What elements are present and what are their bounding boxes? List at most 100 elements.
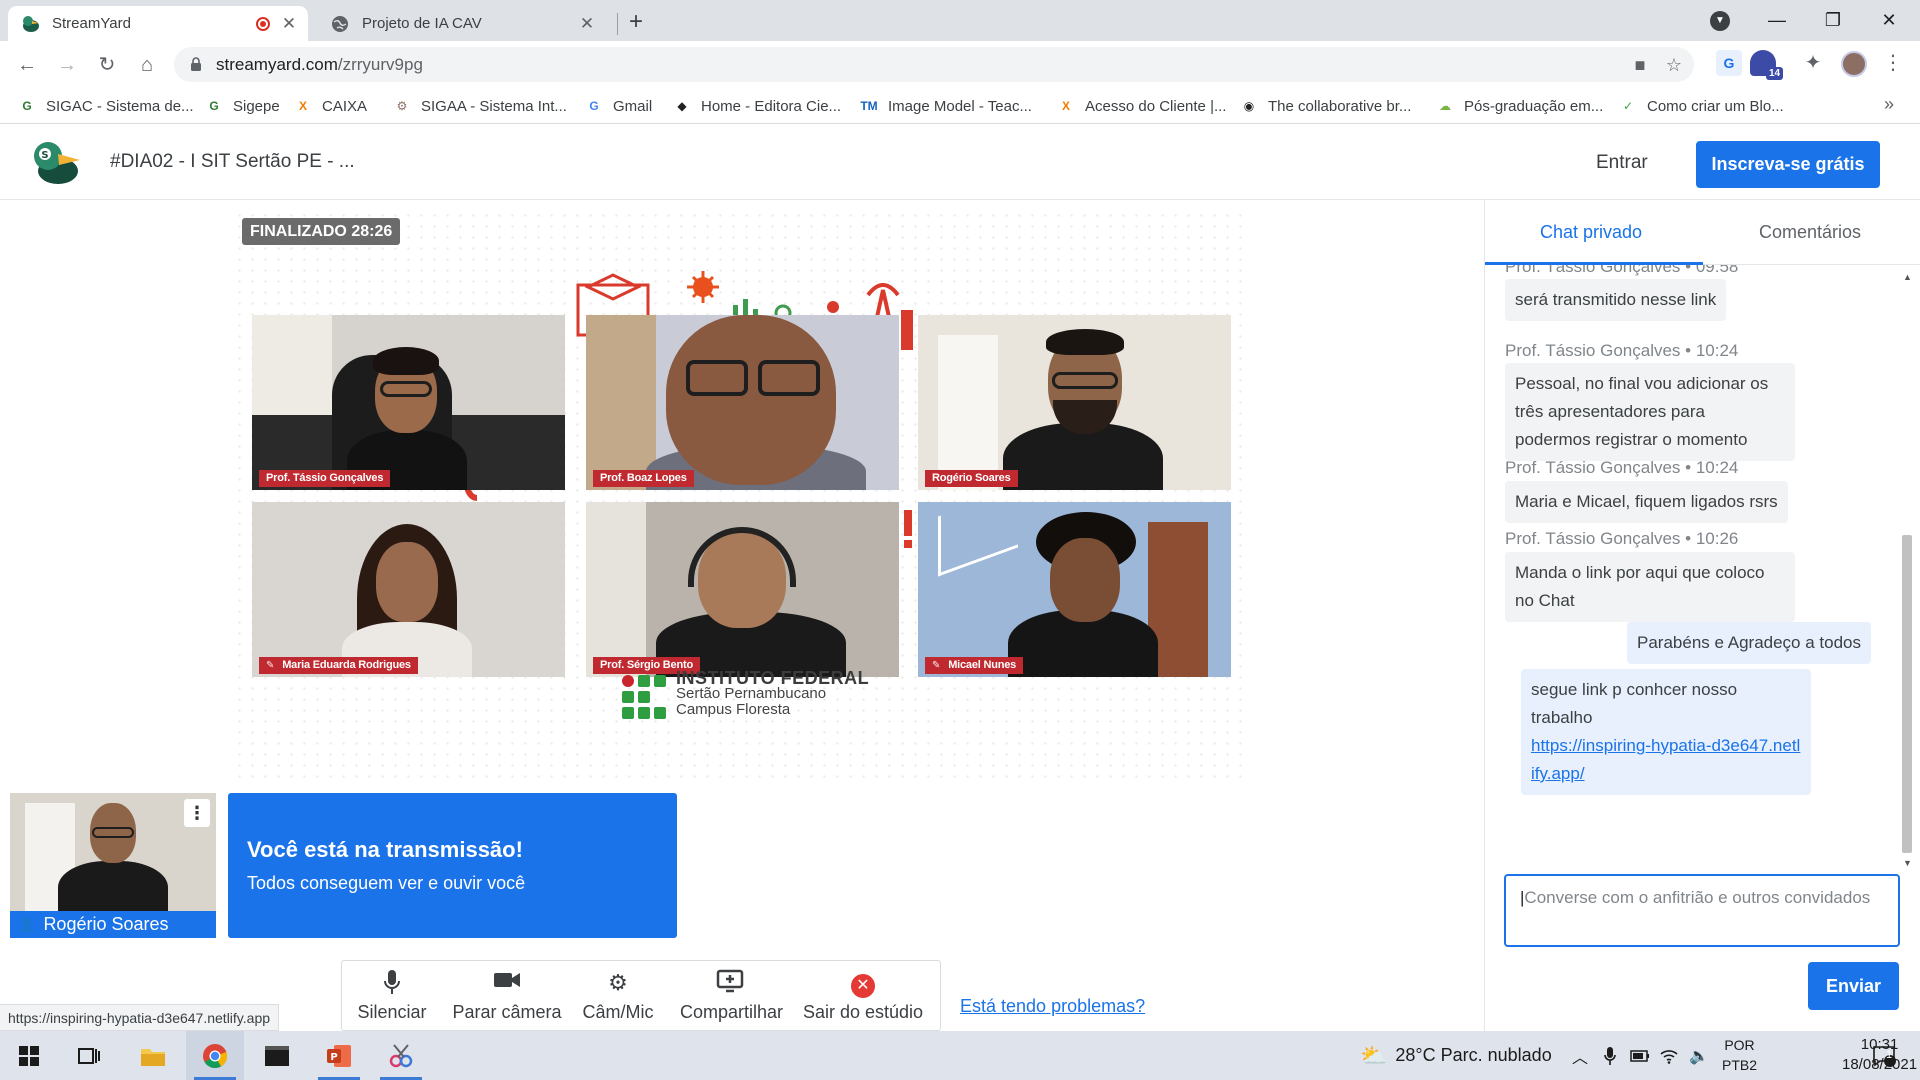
bookmark-label: Pós-graduação em... — [1464, 97, 1604, 115]
bookmark-label: Sigepe — [233, 97, 280, 115]
bookmark-item[interactable]: G Sigepe — [205, 95, 280, 117]
participant-tile[interactable]: ✎ Micael Nunes — [918, 502, 1231, 677]
participant-tile[interactable]: Rogério Soares — [918, 315, 1231, 490]
microphone-tray-icon[interactable] — [1604, 1031, 1616, 1080]
show-hidden-icons[interactable]: ︿ — [1572, 1031, 1588, 1080]
muted-mic-icon: ✎ — [266, 660, 275, 671]
message-meta: Prof. Tássio Gonçalves • 09:58 — [1505, 265, 1738, 277]
glasses — [92, 827, 134, 838]
more-options-icon[interactable]: ⋮ — [184, 799, 210, 827]
institution-line-3: Campus Floresta — [676, 701, 791, 718]
restore-button[interactable]: ❐ — [1805, 0, 1861, 41]
bookmark-star-icon[interactable]: ☆ — [1662, 53, 1686, 77]
back-icon[interactable]: ← — [12, 50, 42, 80]
institution-name: INSTITUTO FEDERAL Sertão Pernambucano Ca… — [676, 669, 869, 718]
chat-message: Manda o link por aqui que coloco no Chat — [1505, 552, 1795, 622]
notifications-icon[interactable]: 1 — [1872, 1031, 1896, 1080]
scroll-up-icon[interactable]: ▲ — [1903, 272, 1912, 282]
participant-name: Prof. Boaz Lopes — [600, 472, 687, 484]
glasses — [686, 360, 748, 396]
bookmark-item[interactable]: ◉ The collaborative br... — [1240, 95, 1412, 117]
battery-icon[interactable] — [1630, 1031, 1650, 1080]
send-button[interactable]: Enviar — [1808, 962, 1899, 1010]
profile-avatar[interactable] — [1841, 51, 1867, 77]
snipping-tool-icon[interactable] — [372, 1031, 430, 1080]
forward-icon[interactable]: → — [52, 50, 82, 80]
language-indicator[interactable]: POR PTB2 — [1722, 1035, 1757, 1075]
leave-studio-button[interactable]: ✕ Sair do estúdio — [800, 969, 926, 1027]
help-link[interactable]: Está tendo problemas? — [960, 996, 1145, 1017]
bookmark-label: Image Model - Teac... — [888, 97, 1032, 115]
close-window-button[interactable]: ✕ — [1861, 0, 1917, 41]
stop-camera-button[interactable]: Parar câmera — [450, 969, 564, 1027]
bookmark-label: Gmail — [613, 97, 653, 115]
puzzle-extensions-icon[interactable]: ✦ — [1800, 50, 1826, 76]
close-tab-icon[interactable]: ✕ — [578, 15, 596, 33]
chat-message: será transmitido nesse link — [1505, 279, 1727, 321]
windows-start-icon[interactable] — [0, 1031, 58, 1080]
bookmark-item[interactable]: G SIGAC - Sistema de... — [18, 95, 193, 117]
institution-line-2: Sertão Pernambucano — [676, 685, 827, 702]
browser-tab-strip: StreamYard ✕ Projeto de IA CAV ✕ + ▼ — ❐… — [0, 0, 1920, 41]
bookmark-item[interactable]: TM Image Model - Teac... — [860, 95, 1032, 117]
glasses — [380, 381, 432, 397]
tab-comments[interactable]: Comentários — [1759, 222, 1861, 243]
headphones — [688, 527, 796, 587]
minimize-button[interactable]: — — [1749, 0, 1805, 41]
bookmark-item[interactable]: ✓ Como criar um Blo... — [1619, 95, 1784, 117]
tab-private-chat[interactable]: Chat privado — [1540, 222, 1642, 243]
bookmark-item[interactable]: G Gmail — [585, 95, 652, 117]
more-bookmarks-icon[interactable]: » — [1884, 94, 1894, 115]
bookshelf — [252, 315, 332, 425]
chrome-icon[interactable] — [186, 1031, 244, 1080]
bookmark-item[interactable]: X Acesso do Cliente |... — [1057, 95, 1226, 117]
participant-tile[interactable]: Prof. Tássio Gonçalves — [252, 315, 565, 490]
bookmark-label: The collaborative br... — [1268, 97, 1412, 115]
bookmark-item[interactable]: ◆ Home - Editora Cie... — [673, 95, 841, 117]
chat-scroll-thumb[interactable] — [1902, 535, 1912, 853]
bookmark-item[interactable]: ⚙ SIGAA - Sistema Int... — [393, 95, 567, 117]
participant-tile[interactable]: Prof. Sérgio Bento — [586, 502, 899, 677]
streamyard-logo-icon[interactable]: S — [28, 138, 82, 186]
wifi-icon[interactable] — [1660, 1031, 1678, 1080]
cloud-icon: ☁ — [1439, 99, 1451, 113]
camera-indicator-icon[interactable]: ■ — [1628, 53, 1652, 77]
chrome-menu-icon[interactable]: ⋮ — [1880, 50, 1906, 76]
scroll-down-icon[interactable]: ▼ — [1903, 858, 1912, 868]
reload-icon[interactable]: ↻ — [92, 50, 122, 80]
file-explorer-icon[interactable] — [124, 1031, 182, 1080]
task-view-icon[interactable] — [60, 1031, 118, 1080]
home-icon[interactable]: ⌂ — [132, 50, 162, 80]
shared-link[interactable]: https://inspiring-hypatia-d3e647.netlify… — [1531, 736, 1800, 783]
signup-button[interactable]: Inscreva-se grátis — [1696, 141, 1880, 188]
mute-button[interactable]: Silenciar — [356, 969, 428, 1027]
self-preview[interactable]: ⋮ 👤 Rogério Soares — [10, 793, 216, 938]
terminal-icon[interactable] — [248, 1031, 306, 1080]
tab-search-icon[interactable]: ▼ — [1710, 11, 1730, 31]
tab-projeto[interactable]: Projeto de IA CAV ✕ — [318, 6, 606, 41]
camera-mic-settings-button[interactable]: ⚙ Câm/Mic — [578, 969, 658, 1027]
person-icon: 👤 — [18, 916, 36, 932]
login-link[interactable]: Entrar — [1596, 152, 1648, 174]
volume-icon[interactable]: 🔈 — [1689, 1031, 1709, 1080]
browser-toolbar: ← → ↻ ⌂ streamyard.com/zrryurv9pg ■ ☆ G … — [0, 41, 1920, 88]
weather-widget[interactable]: ⛅ 28°C Parc. nublado — [1360, 1031, 1552, 1080]
chat-input[interactable]: |Converse com o anfitrião e outros convi… — [1504, 874, 1900, 947]
translate-extension-icon[interactable]: G — [1716, 50, 1742, 76]
own-chat-message: segue link p conhcer nosso trabalho http… — [1521, 669, 1811, 795]
powerpoint-icon[interactable]: P — [310, 1031, 368, 1080]
bookmark-item[interactable]: ☁ Pós-graduação em... — [1436, 95, 1603, 117]
bookmark-item[interactable]: X CAIXA — [294, 95, 367, 117]
broadcast-status-badge: FINALIZADO 28:26 — [242, 218, 401, 245]
close-tab-icon[interactable]: ✕ — [280, 15, 298, 33]
gear-icon: ⚙ — [608, 970, 628, 995]
tab-streamyard[interactable]: StreamYard ✕ — [8, 6, 308, 41]
participant-tile[interactable]: ✎ Maria Eduarda Rodrigues — [252, 502, 565, 677]
url-text: streamyard.com/zrryurv9pg — [216, 55, 423, 75]
share-screen-button[interactable]: Compartilhar — [680, 969, 783, 1027]
participant-name: Micael Nunes — [948, 659, 1017, 671]
person-head — [666, 315, 836, 485]
address-bar[interactable]: streamyard.com/zrryurv9pg ■ ☆ — [174, 47, 1694, 82]
participant-tile[interactable]: Prof. Boaz Lopes — [586, 315, 899, 490]
new-tab-button[interactable]: + — [622, 8, 650, 36]
